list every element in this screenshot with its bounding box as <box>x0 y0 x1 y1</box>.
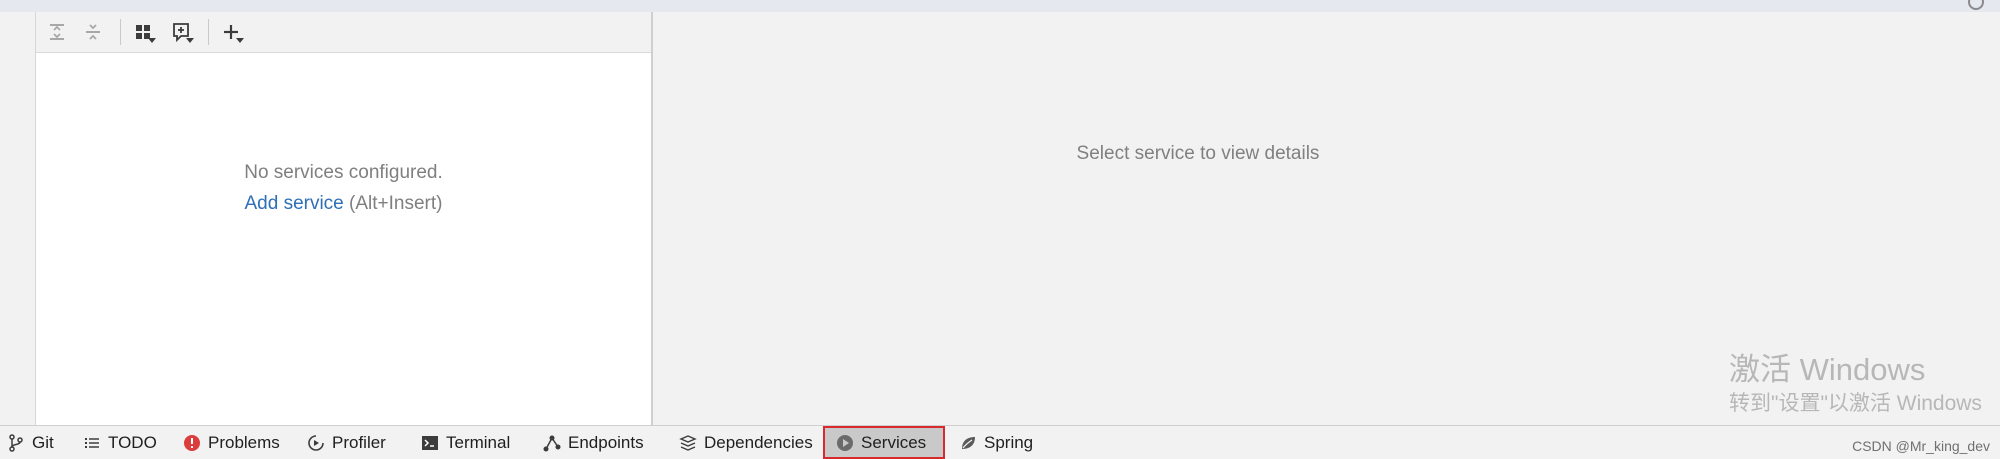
services-empty-state: No services configured. Add service (Alt… <box>36 157 651 219</box>
tab-problems[interactable]: Problems <box>182 426 294 459</box>
collapse-all-button[interactable] <box>78 18 108 46</box>
terminal-icon <box>420 433 440 453</box>
spring-leaf-icon <box>958 433 978 453</box>
watermark-line-2: 转到"设置"以激活 Windows <box>1729 392 1982 415</box>
tab-label: Terminal <box>446 432 511 452</box>
windows-activation-watermark: 激活 Windows 转到"设置"以激活 Windows <box>1729 352 1982 418</box>
add-service-shortcut: (Alt+Insert) <box>343 193 443 214</box>
group-by-button[interactable] <box>128 18 158 46</box>
profiler-icon <box>306 433 326 453</box>
tool-window-bar: Git TODO Problems Profiler Terminal Endp… <box>0 425 2000 459</box>
problems-icon <box>182 433 202 453</box>
tab-label: Problems <box>208 432 280 452</box>
add-service-row: Add service (Alt+Insert) <box>36 188 651 219</box>
left-gutter <box>0 12 36 425</box>
tab-label: Endpoints <box>568 432 644 452</box>
dropdown-arrow-icon <box>236 38 244 43</box>
add-service-link[interactable]: Add service <box>244 193 343 214</box>
tab-dependencies[interactable]: Dependencies <box>678 426 828 459</box>
dropdown-arrow-icon <box>148 38 156 43</box>
services-icon <box>835 433 855 453</box>
tab-terminal[interactable]: Terminal <box>420 426 530 459</box>
tab-todo[interactable]: TODO <box>82 426 182 459</box>
expand-all-button[interactable] <box>42 18 72 46</box>
tab-label: Profiler <box>332 432 386 452</box>
csdn-credit: CSDN @Mr_king_dev <box>1852 438 1990 454</box>
new-group-button[interactable] <box>166 18 196 46</box>
tab-label: TODO <box>108 432 157 452</box>
details-placeholder: Select service to view details <box>1076 143 1320 164</box>
tab-profiler[interactable]: Profiler <box>306 426 406 459</box>
tab-endpoints[interactable]: Endpoints <box>542 426 662 459</box>
tab-services[interactable]: Services <box>823 426 945 459</box>
dependencies-icon <box>678 433 698 453</box>
expand-all-icon <box>50 24 64 40</box>
corner-icon <box>1968 0 1984 10</box>
endpoints-icon <box>542 433 562 453</box>
tab-git[interactable]: Git <box>6 426 76 459</box>
services-toolbar <box>36 12 651 53</box>
add-service-button[interactable] <box>216 18 246 46</box>
git-branch-icon <box>6 433 26 453</box>
tab-spring[interactable]: Spring <box>958 426 1058 459</box>
tab-label: Dependencies <box>704 432 813 452</box>
toolbar-separator <box>208 19 209 45</box>
tab-label: Services <box>861 432 927 452</box>
dropdown-arrow-icon <box>186 38 194 43</box>
collapse-all-icon <box>86 24 100 40</box>
services-tree-panel: No services configured. Add service (Alt… <box>36 12 653 425</box>
no-services-message: No services configured. <box>244 162 443 183</box>
toolbar-separator <box>120 19 121 45</box>
tab-label: Spring <box>984 432 1034 452</box>
tab-label: Git <box>32 432 54 452</box>
watermark-line-1: 激活 Windows <box>1729 352 1926 387</box>
todo-list-icon <box>82 433 102 453</box>
top-strip <box>0 0 2000 12</box>
